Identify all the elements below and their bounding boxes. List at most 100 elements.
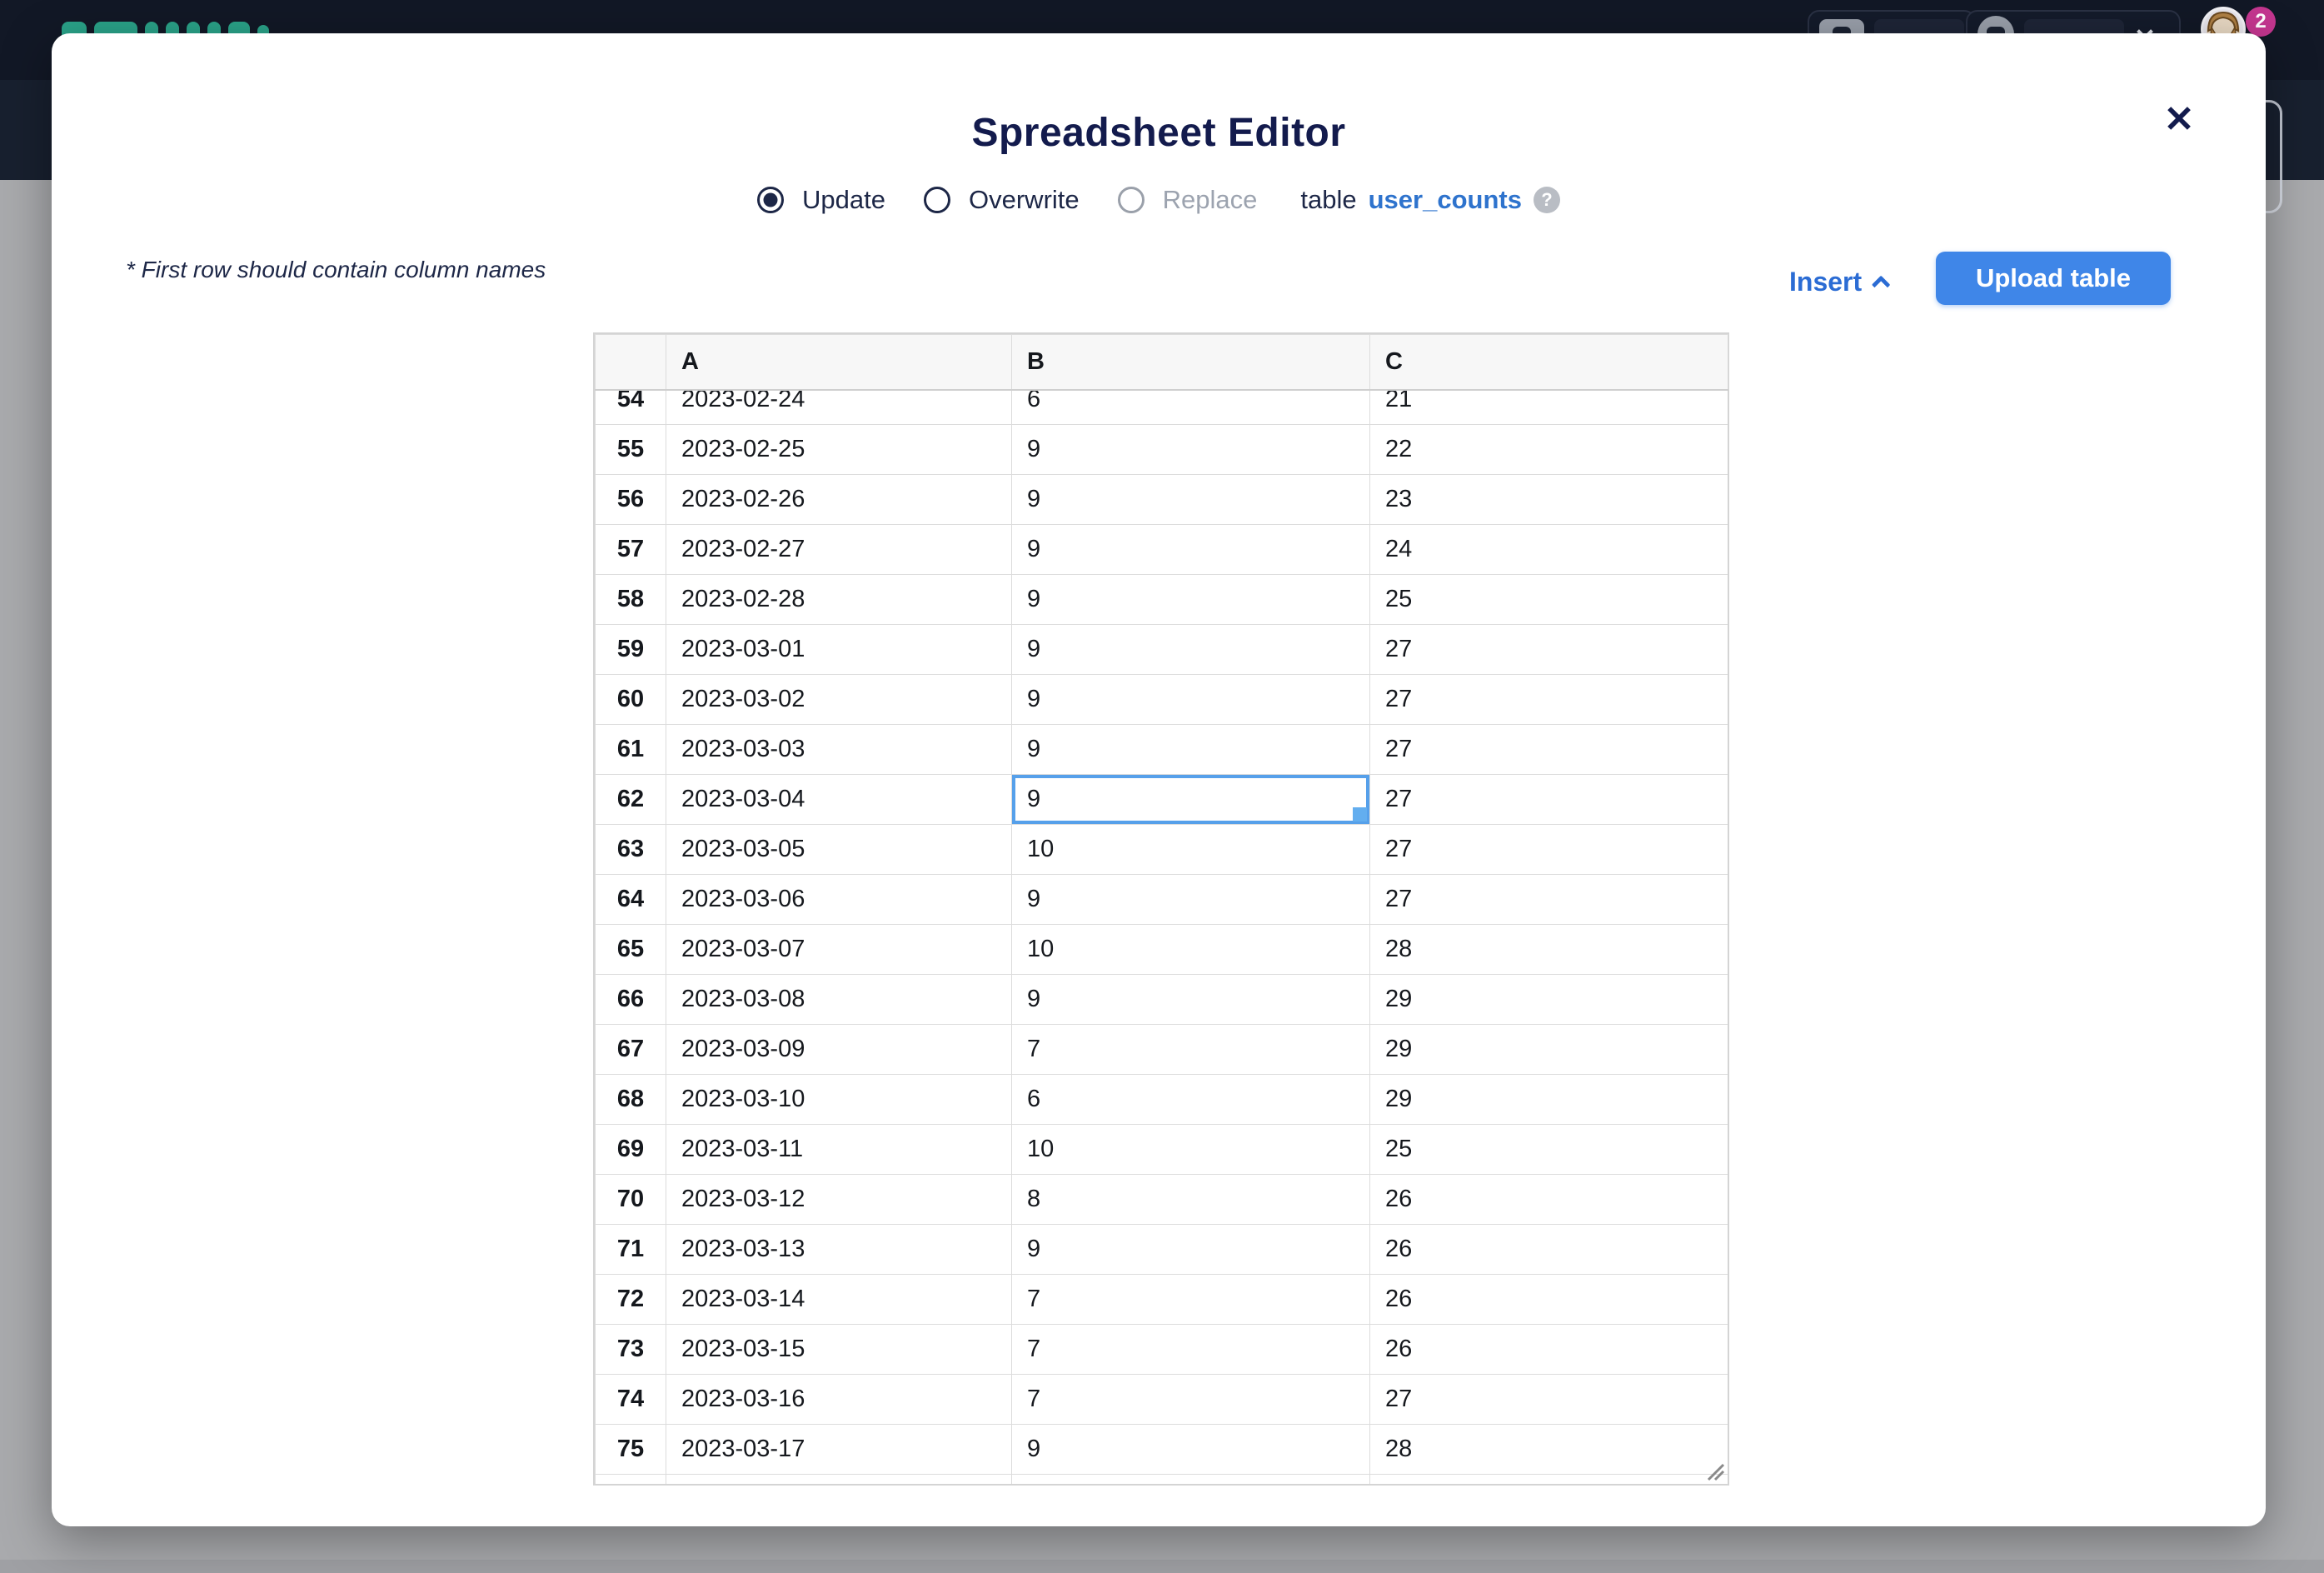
cell-B67[interactable]: 7 <box>1012 1024 1370 1074</box>
cell-C64[interactable]: 27 <box>1370 874 1728 924</box>
column-header-A[interactable]: A <box>666 335 1012 390</box>
row-number-cell[interactable]: 74 <box>596 1374 666 1424</box>
cell-C65[interactable]: 28 <box>1370 924 1728 974</box>
row-number-cell[interactable]: 66 <box>596 974 666 1024</box>
cell-A[interactable] <box>666 1474 1012 1484</box>
cell-A65[interactable]: 2023-03-07 <box>666 924 1012 974</box>
spreadsheet-body-viewport[interactable]: 542023-02-24621552023-02-25922562023-02-… <box>595 391 1728 1484</box>
row-number-cell[interactable]: 56 <box>596 474 666 524</box>
cell-C75[interactable]: 28 <box>1370 1424 1728 1474</box>
cell-B66[interactable]: 9 <box>1012 974 1370 1024</box>
row-number-cell[interactable]: 67 <box>596 1024 666 1074</box>
cell-C[interactable] <box>1370 1474 1728 1484</box>
row-number-cell[interactable]: 65 <box>596 924 666 974</box>
fill-handle[interactable] <box>1353 807 1367 821</box>
cell-A64[interactable]: 2023-03-06 <box>666 874 1012 924</box>
cell-B64[interactable]: 9 <box>1012 874 1370 924</box>
mode-radio-overwrite[interactable]: Overwrite <box>924 185 1080 215</box>
cell-C62[interactable]: 27 <box>1370 774 1728 824</box>
cell-A59[interactable]: 2023-03-01 <box>666 624 1012 674</box>
cell-C60[interactable]: 27 <box>1370 674 1728 724</box>
row-number-cell[interactable]: 70 <box>596 1174 666 1224</box>
cell-A74[interactable]: 2023-03-16 <box>666 1374 1012 1424</box>
cell-B54[interactable]: 6 <box>1012 391 1370 425</box>
cell-B68[interactable]: 6 <box>1012 1074 1370 1124</box>
cell-A62[interactable]: 2023-03-04 <box>666 774 1012 824</box>
cell-C58[interactable]: 25 <box>1370 574 1728 624</box>
cell-A56[interactable]: 2023-02-26 <box>666 474 1012 524</box>
cell-C74[interactable]: 27 <box>1370 1374 1728 1424</box>
cell-C54[interactable]: 21 <box>1370 391 1728 425</box>
cell-A71[interactable]: 2023-03-13 <box>666 1224 1012 1274</box>
row-number-cell[interactable]: 73 <box>596 1324 666 1374</box>
mode-radio-update[interactable]: Update <box>757 185 885 215</box>
cell-B65[interactable]: 10 <box>1012 924 1370 974</box>
cell-A69[interactable]: 2023-03-11 <box>666 1124 1012 1174</box>
row-number-cell[interactable]: 68 <box>596 1074 666 1124</box>
cell-B75[interactable]: 9 <box>1012 1424 1370 1474</box>
cell-B58[interactable]: 9 <box>1012 574 1370 624</box>
cell-B60[interactable]: 9 <box>1012 674 1370 724</box>
row-number-cell[interactable]: 64 <box>596 874 666 924</box>
cell-A57[interactable]: 2023-02-27 <box>666 524 1012 574</box>
cell-A58[interactable]: 2023-02-28 <box>666 574 1012 624</box>
cell-C59[interactable]: 27 <box>1370 624 1728 674</box>
row-number-cell[interactable]: 71 <box>596 1224 666 1274</box>
row-number-cell[interactable]: 69 <box>596 1124 666 1174</box>
row-number-cell[interactable]: 58 <box>596 574 666 624</box>
cell-A66[interactable]: 2023-03-08 <box>666 974 1012 1024</box>
cell-C72[interactable]: 26 <box>1370 1274 1728 1324</box>
cell-B56[interactable]: 9 <box>1012 474 1370 524</box>
row-number-cell[interactable]: 72 <box>596 1274 666 1324</box>
row-number-cell[interactable]: 60 <box>596 674 666 724</box>
row-number-cell[interactable]: 59 <box>596 624 666 674</box>
cell-A72[interactable]: 2023-03-14 <box>666 1274 1012 1324</box>
cell-B71[interactable]: 9 <box>1012 1224 1370 1274</box>
cell-B61[interactable]: 9 <box>1012 724 1370 774</box>
cell-C67[interactable]: 29 <box>1370 1024 1728 1074</box>
cell-A70[interactable]: 2023-03-12 <box>666 1174 1012 1224</box>
row-number-cell[interactable]: 54 <box>596 391 666 425</box>
cell-C55[interactable]: 22 <box>1370 424 1728 474</box>
corner-header-cell[interactable] <box>596 335 666 390</box>
cell-B57[interactable]: 9 <box>1012 524 1370 574</box>
upload-table-button[interactable]: Upload table <box>1936 252 2171 305</box>
cell-B72[interactable]: 7 <box>1012 1274 1370 1324</box>
cell-A75[interactable]: 2023-03-17 <box>666 1424 1012 1474</box>
cell-B69[interactable]: 10 <box>1012 1124 1370 1174</box>
cell-C56[interactable]: 23 <box>1370 474 1728 524</box>
cell-A68[interactable]: 2023-03-10 <box>666 1074 1012 1124</box>
radio-icon[interactable] <box>924 187 950 213</box>
cell-A55[interactable]: 2023-02-25 <box>666 424 1012 474</box>
column-header-C[interactable]: C <box>1370 335 1728 390</box>
cell-C70[interactable]: 26 <box>1370 1174 1728 1224</box>
cell-B55[interactable]: 9 <box>1012 424 1370 474</box>
cell-B70[interactable]: 8 <box>1012 1174 1370 1224</box>
table-name-link[interactable]: user_counts <box>1369 185 1522 215</box>
row-number-cell[interactable]: 57 <box>596 524 666 574</box>
row-number-cell[interactable]: 61 <box>596 724 666 774</box>
help-icon[interactable]: ? <box>1534 187 1560 213</box>
cell-C66[interactable]: 29 <box>1370 974 1728 1024</box>
cell-C63[interactable]: 27 <box>1370 824 1728 874</box>
cell-B63[interactable]: 10 <box>1012 824 1370 874</box>
cell-B59[interactable]: 9 <box>1012 624 1370 674</box>
cell-B73[interactable]: 7 <box>1012 1324 1370 1374</box>
row-number-cell[interactable]: 62 <box>596 774 666 824</box>
insert-menu-button[interactable]: Insert <box>1789 267 1890 297</box>
table-resize-handle[interactable] <box>1703 1460 1725 1481</box>
cell-C61[interactable]: 27 <box>1370 724 1728 774</box>
cell-A67[interactable]: 2023-03-09 <box>666 1024 1012 1074</box>
cell-B62[interactable]: 9 <box>1012 774 1370 824</box>
radio-icon[interactable] <box>757 187 784 213</box>
cell-B74[interactable]: 7 <box>1012 1374 1370 1424</box>
cell-C69[interactable]: 25 <box>1370 1124 1728 1174</box>
cell-C68[interactable]: 29 <box>1370 1074 1728 1124</box>
cell-A63[interactable]: 2023-03-05 <box>666 824 1012 874</box>
row-number-cell[interactable]: 55 <box>596 424 666 474</box>
cell-A73[interactable]: 2023-03-15 <box>666 1324 1012 1374</box>
cell-A60[interactable]: 2023-03-02 <box>666 674 1012 724</box>
cell-C57[interactable]: 24 <box>1370 524 1728 574</box>
cell-A54[interactable]: 2023-02-24 <box>666 391 1012 425</box>
row-number-cell[interactable]: 75 <box>596 1424 666 1474</box>
